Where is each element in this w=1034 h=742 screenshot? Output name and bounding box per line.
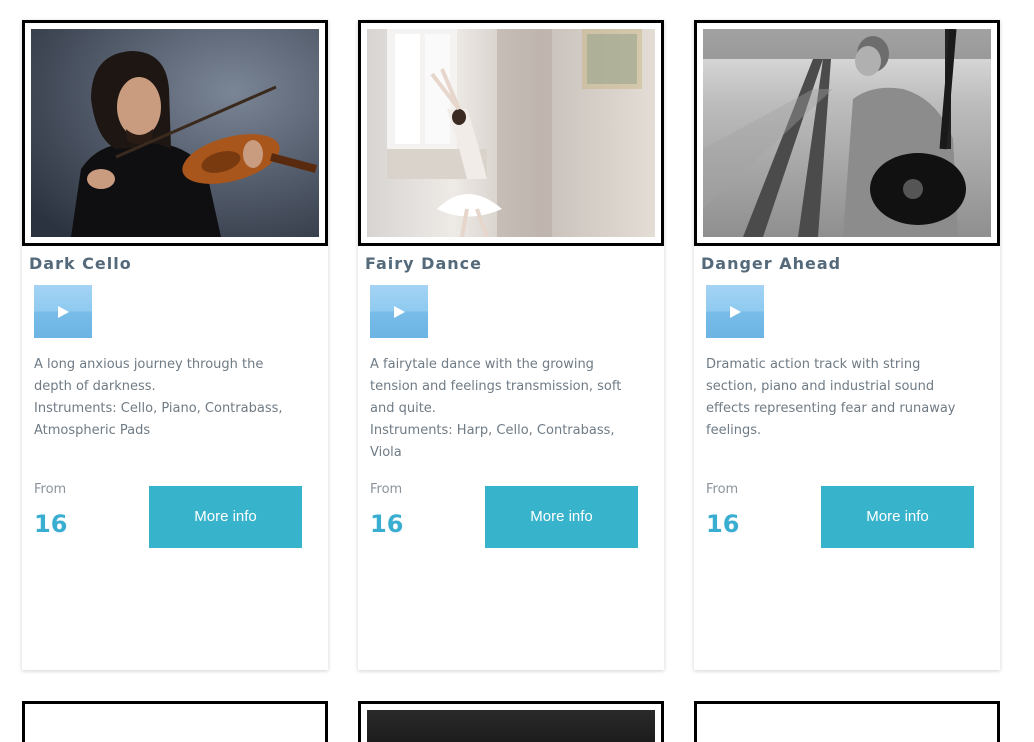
track-image-frame[interactable] — [694, 701, 1000, 742]
track-card: Fairy Dance A fairytale dance with the g… — [358, 20, 664, 670]
track-title[interactable]: Dark Cello — [29, 254, 132, 273]
track-image-frame[interactable] — [22, 20, 328, 246]
play-icon — [394, 306, 405, 318]
ballerina-photo-icon — [367, 29, 655, 237]
play-icon — [58, 306, 69, 318]
dark-photo-icon — [367, 710, 655, 742]
track-image-frame[interactable] — [358, 701, 664, 742]
play-button[interactable] — [706, 285, 764, 338]
track-description: A long anxious journey through the depth… — [34, 354, 296, 442]
track-title[interactable]: Fairy Dance — [365, 254, 482, 273]
track-listing-page: Dark Cello A long anxious journey throug… — [0, 0, 1034, 742]
more-info-button[interactable]: More info — [149, 486, 302, 548]
track-title[interactable]: Danger Ahead — [701, 254, 841, 273]
more-info-button[interactable]: More info — [485, 486, 638, 548]
track-description: Dramatic action track with string sectio… — [706, 354, 968, 442]
track-image-frame[interactable] — [22, 701, 328, 742]
price-value: 16 — [34, 510, 68, 538]
price-from-label: From — [706, 482, 739, 497]
guitarist-railway-photo-icon — [703, 29, 991, 237]
track-description: A fairytale dance with the growing tensi… — [370, 354, 632, 464]
play-button[interactable] — [34, 285, 92, 338]
track-card: Danger Ahead Dramatic action track with … — [694, 20, 1000, 670]
track-image-frame[interactable] — [694, 20, 1000, 246]
price-value: 16 — [706, 510, 740, 538]
play-icon — [730, 306, 741, 318]
price-from-label: From — [34, 482, 67, 497]
price-value: 16 — [370, 510, 404, 538]
price-from-label: From — [370, 482, 403, 497]
description-line: A long anxious journey through the depth… — [34, 357, 264, 394]
play-button[interactable] — [370, 285, 428, 338]
violinist-photo-icon — [31, 29, 319, 237]
description-line: Dramatic action track with string sectio… — [706, 357, 956, 438]
track-card: Dark Cello A long anxious journey throug… — [22, 20, 328, 670]
description-line: A fairytale dance with the growing tensi… — [370, 357, 622, 416]
description-line: Instruments: Harp, Cello, Contrabass, Vi… — [370, 423, 615, 460]
track-image-frame[interactable] — [358, 20, 664, 246]
description-line: Instruments: Cello, Piano, Contrabass, A… — [34, 401, 283, 438]
more-info-button[interactable]: More info — [821, 486, 974, 548]
